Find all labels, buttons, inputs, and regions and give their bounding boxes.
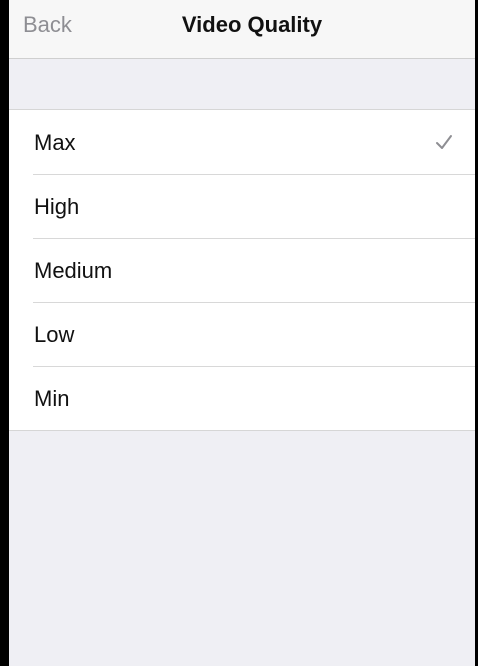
option-label: Medium [34, 258, 113, 283]
option-label: Min [34, 386, 70, 411]
option-medium[interactable]: Medium [9, 238, 475, 302]
device-frame: Back Video Quality Max High Medium Low M… [0, 0, 478, 666]
option-max[interactable]: Max [9, 110, 475, 174]
checkmark-icon [436, 135, 452, 149]
video-quality-screen: Back Video Quality Max High Medium Low M… [9, 0, 475, 666]
video-quality-list: Max High Medium Low Min [9, 109, 475, 431]
option-min[interactable]: Min [9, 366, 475, 430]
option-label: Max [34, 130, 76, 155]
option-label: Low [34, 322, 75, 347]
page-title: Video Quality [181, 12, 323, 37]
option-high[interactable]: High [9, 174, 475, 238]
navigation-bar: Back Video Quality [9, 0, 475, 59]
option-low[interactable]: Low [9, 302, 475, 366]
option-label: High [34, 194, 80, 219]
